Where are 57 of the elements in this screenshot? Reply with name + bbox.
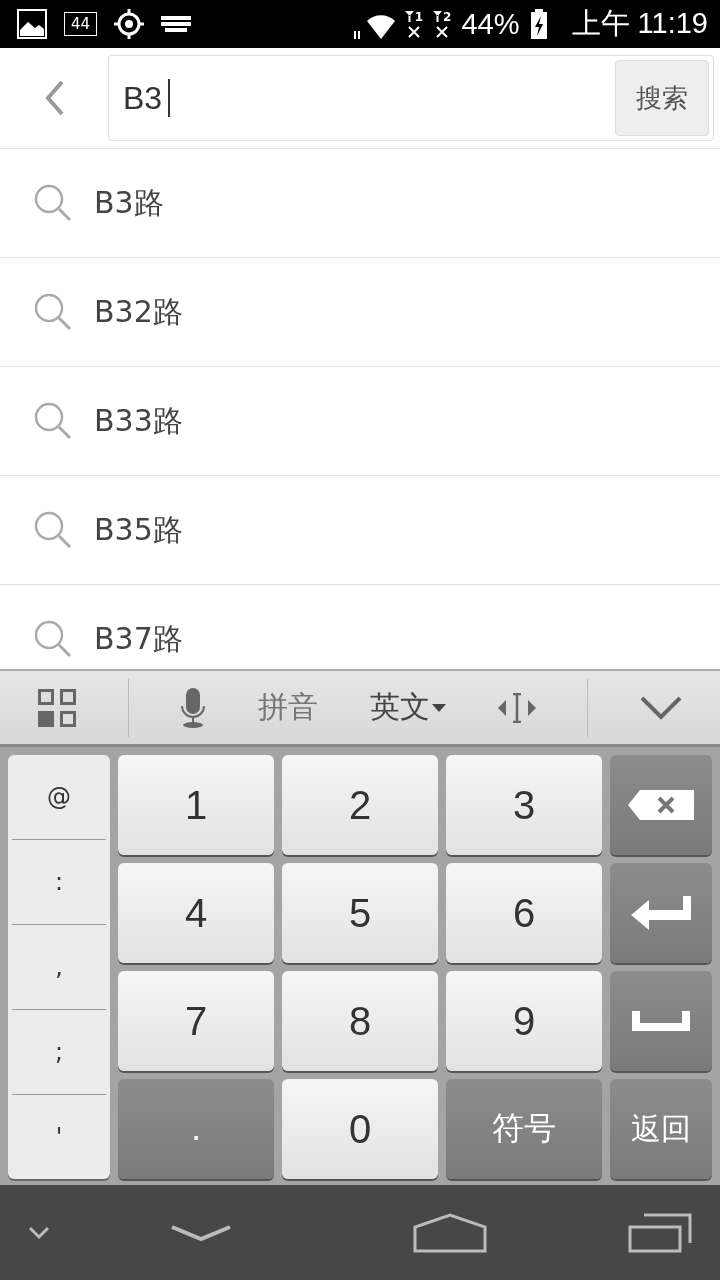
- symbol-key[interactable]: :: [12, 840, 106, 925]
- search-icon: [34, 620, 72, 658]
- space-icon: [632, 1011, 690, 1031]
- digit-key[interactable]: 1: [118, 755, 274, 855]
- search-field[interactable]: B3 搜索: [108, 55, 714, 141]
- digit-key[interactable]: 5: [282, 863, 438, 963]
- backspace-key[interactable]: [610, 755, 712, 855]
- search-icon: [34, 293, 72, 331]
- suggestion-item[interactable]: B35路: [0, 476, 720, 585]
- recent-apps-icon[interactable]: [628, 1212, 692, 1253]
- antenna-icon: [433, 10, 443, 22]
- search-icon: [34, 402, 72, 440]
- symbol-key[interactable]: @: [12, 755, 106, 840]
- enter-key[interactable]: [610, 863, 712, 963]
- symbol-key[interactable]: ;: [12, 1010, 106, 1095]
- backspace-icon: [628, 790, 694, 820]
- home-icon[interactable]: [412, 1212, 487, 1253]
- digit-key[interactable]: 3: [446, 755, 602, 855]
- grid-icon[interactable]: [38, 688, 76, 727]
- language-dropdown[interactable]: 英文: [369, 687, 446, 728]
- suggestion-item[interactable]: B3路: [0, 149, 720, 258]
- digit-key[interactable]: 9: [446, 971, 602, 1071]
- clock: 上午 11:19: [571, 6, 708, 41]
- digit-key[interactable]: 2: [282, 755, 438, 855]
- digit-key[interactable]: 6: [446, 863, 602, 963]
- digit-key[interactable]: 7: [118, 971, 274, 1071]
- symbol-key[interactable]: ': [12, 1095, 106, 1179]
- notification-badge: 44: [64, 12, 98, 36]
- no-signal-icon: [436, 25, 449, 38]
- search-icon: [34, 511, 72, 549]
- digit-key[interactable]: 4: [118, 863, 274, 963]
- no-signal-icon: [407, 25, 420, 38]
- search-icon: [34, 184, 72, 222]
- digit-key[interactable]: 8: [282, 971, 438, 1071]
- digit-key[interactable]: 0: [282, 1079, 438, 1179]
- back-icon[interactable]: [171, 1222, 232, 1243]
- collapse-icon[interactable]: [639, 695, 682, 720]
- keyboard-key[interactable]: 符号: [446, 1079, 602, 1179]
- hide-keyboard-icon[interactable]: [28, 1225, 50, 1240]
- microphone-icon[interactable]: [180, 687, 207, 728]
- suggestion-item[interactable]: B32路: [0, 258, 720, 367]
- sim-label: 2: [443, 10, 452, 23]
- cursor-move-icon[interactable]: [497, 692, 536, 723]
- symbol-key[interactable]: ,: [12, 925, 106, 1010]
- battery-icon: [529, 9, 548, 39]
- search-button[interactable]: 搜索: [615, 60, 709, 136]
- suggestion-item[interactable]: B33路: [0, 367, 720, 476]
- space-key[interactable]: [610, 971, 712, 1071]
- gps-icon: [113, 8, 146, 40]
- keyboard-key[interactable]: .: [118, 1079, 274, 1179]
- picture-icon: [16, 8, 48, 40]
- antenna-icon: [404, 10, 414, 22]
- battery-percent: 44%: [461, 7, 520, 41]
- enter-icon: [631, 896, 691, 930]
- keyboard-key[interactable]: 返回: [610, 1079, 712, 1179]
- dropdown-arrow-icon: [431, 703, 446, 712]
- sim-label: 1: [414, 10, 424, 23]
